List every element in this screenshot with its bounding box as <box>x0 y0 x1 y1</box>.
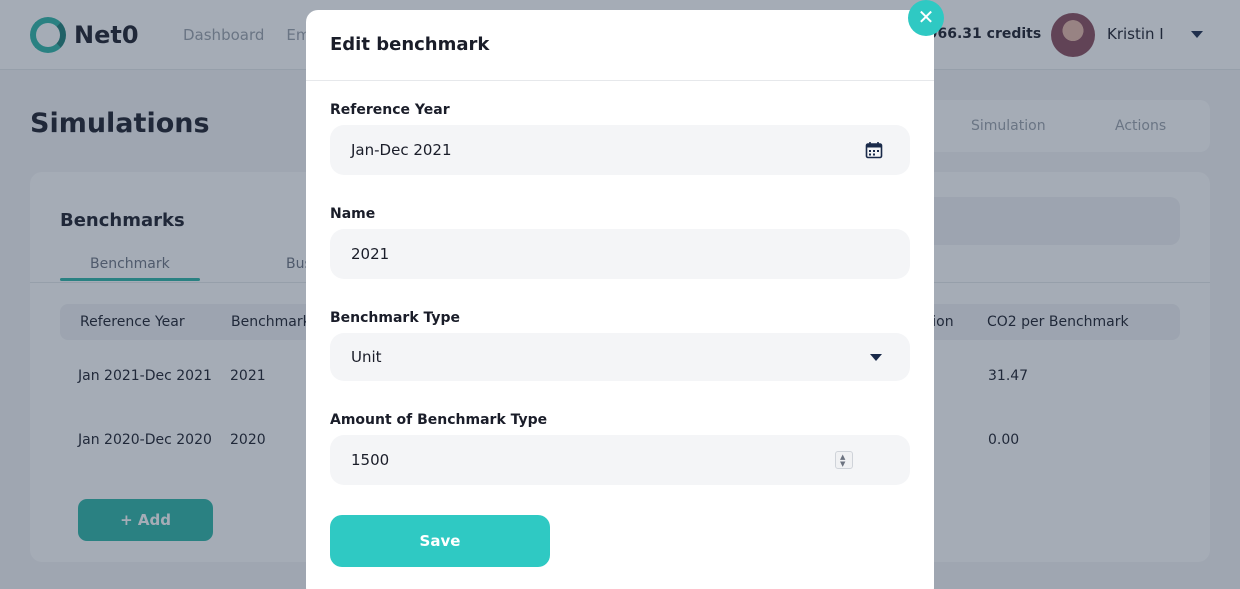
name-label: Name <box>330 206 376 222</box>
name-field[interactable] <box>330 229 910 279</box>
close-icon[interactable]: ✕ <box>908 0 944 36</box>
stepper-down-icon[interactable]: ▼ <box>840 461 845 468</box>
save-button[interactable]: Save <box>330 515 550 567</box>
benchmark-type-label: Benchmark Type <box>330 310 461 326</box>
benchmark-type-value: Unit <box>351 348 382 366</box>
number-stepper[interactable]: ▲ ▼ <box>835 451 853 469</box>
chevron-down-icon[interactable] <box>870 354 882 361</box>
amount-input[interactable] <box>351 435 821 485</box>
modal-title: Edit benchmark <box>330 34 490 55</box>
edit-benchmark-modal: Edit benchmark Reference Year Jan-Dec 20… <box>306 10 934 589</box>
reference-year-picker[interactable]: Jan-Dec 2021 <box>330 125 910 175</box>
reference-year-label: Reference Year <box>330 102 450 118</box>
amount-label: Amount of Benchmark Type <box>330 412 548 428</box>
amount-field[interactable]: ▲ ▼ <box>330 435 910 485</box>
benchmark-type-select[interactable]: Unit <box>330 333 910 381</box>
calendar-icon[interactable] <box>865 141 883 159</box>
modal-header: Edit benchmark <box>306 10 934 81</box>
name-input[interactable] <box>351 229 821 279</box>
reference-year-value: Jan-Dec 2021 <box>351 141 452 159</box>
